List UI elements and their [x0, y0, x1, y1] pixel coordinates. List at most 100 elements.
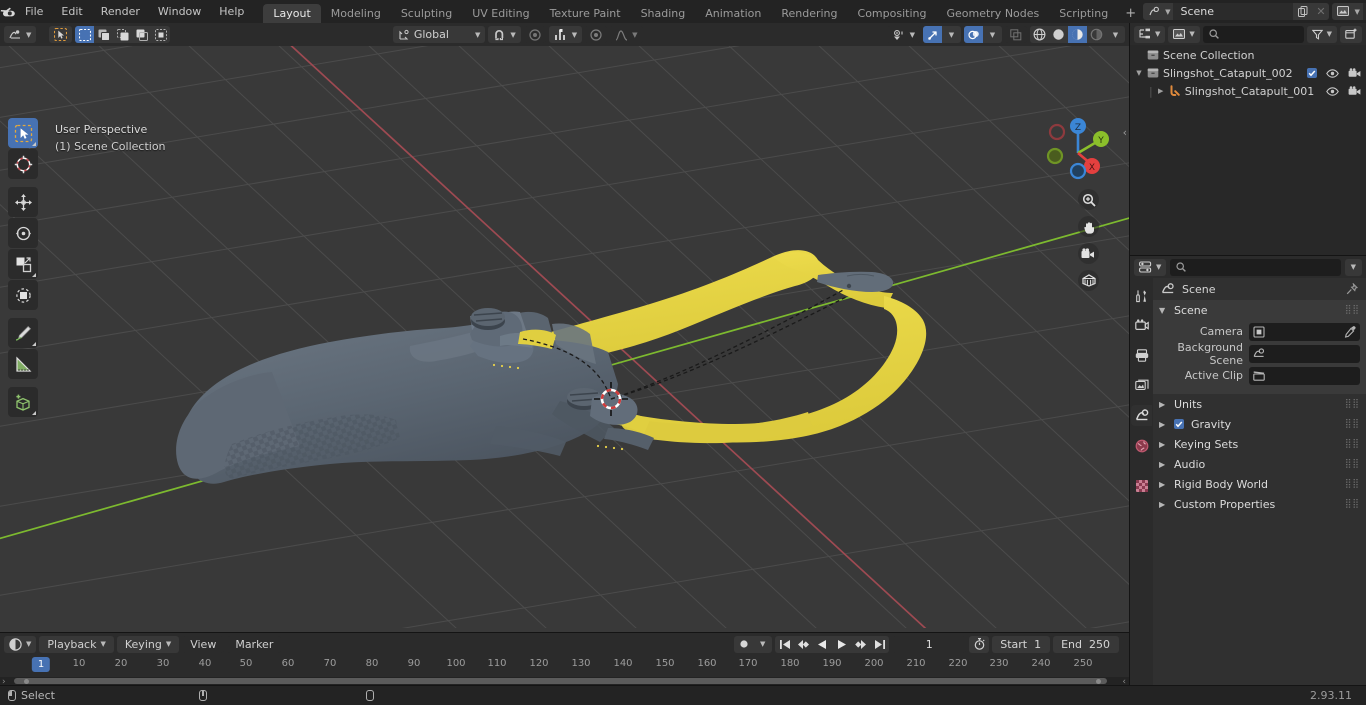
timeline-menu-keying[interactable]: Keying ▼ [116, 635, 180, 653]
orthographic-icon[interactable] [1078, 270, 1099, 291]
tab-rendering[interactable]: Rendering [771, 4, 847, 23]
properties-tab-view-layer[interactable] [1131, 375, 1152, 396]
add-workspace-button[interactable]: + [1118, 4, 1143, 23]
show-gizmo-button[interactable] [923, 26, 942, 43]
stopwatch-icon[interactable] [969, 635, 990, 653]
timeline-ruler[interactable]: 1 10 20 30 40 50 60 70 80 90 100 110 120… [0, 655, 1129, 677]
exclude-checkbox[interactable] [1307, 68, 1317, 78]
outliner-display-mode[interactable]: ▼ [1168, 25, 1200, 43]
overlays-dropdown[interactable]: ▼ [983, 26, 1002, 43]
properties-options-button[interactable]: ▼ [1344, 258, 1362, 276]
panel-header-units[interactable]: ▶ Units ⣿⣿ [1153, 394, 1366, 414]
tab-scripting[interactable]: Scripting [1049, 4, 1118, 23]
jump-to-start-button[interactable] [775, 636, 794, 653]
shading-dropdown[interactable]: ▼ [1106, 26, 1125, 43]
zoom-icon[interactable] [1078, 189, 1099, 210]
transform-orientation-selector[interactable]: Global ▼ [392, 26, 486, 43]
camera-icon[interactable] [1078, 243, 1099, 264]
current-frame-field[interactable]: 1 [892, 635, 967, 653]
panel-header-audio[interactable]: ▶ Audio ⣿⣿ [1153, 454, 1366, 474]
tab-geometry-nodes[interactable]: Geometry Nodes [936, 4, 1049, 23]
camera-field[interactable] [1249, 322, 1360, 341]
panel-header-rigid-body-world[interactable]: ▶ Rigid Body World ⣿⣿ [1153, 474, 1366, 494]
editor-type-properties-icon[interactable]: ▼ [1134, 258, 1167, 276]
select-extend-button[interactable] [94, 26, 113, 43]
jump-to-next-keyframe-button[interactable] [851, 636, 870, 653]
xray-toggle-button[interactable] [1005, 26, 1027, 43]
show-overlays-button[interactable] [964, 26, 983, 43]
outliner-tree[interactable]: Scene Collection ▼ Slingshot_Catapult_00… [1130, 45, 1366, 255]
new-collection-icon[interactable] [1340, 25, 1362, 43]
navigation-gizmo[interactable]: Z Y X [1033, 108, 1111, 186]
properties-tab-scene[interactable] [1131, 405, 1152, 426]
tab-modeling[interactable]: Modeling [321, 4, 391, 23]
active-clip-field[interactable] [1249, 366, 1360, 385]
tool-add-cube[interactable] [8, 387, 38, 417]
proportional-toggle[interactable] [585, 26, 608, 43]
frame-end-field[interactable]: End 250 [1053, 635, 1119, 653]
menu-render[interactable]: Render [92, 0, 149, 23]
filter-funnel-icon[interactable]: ▼ [1306, 25, 1337, 43]
camera-icon[interactable] [1348, 68, 1361, 78]
pan-hand-icon[interactable] [1078, 216, 1099, 237]
gizmo-toggle-button[interactable]: ▼ [886, 26, 920, 43]
outliner-row-collection-002[interactable]: ▼ Slingshot_Catapult_002 [1130, 64, 1366, 82]
tool-annotate[interactable] [8, 318, 38, 348]
menu-help[interactable]: Help [210, 0, 253, 23]
tool-measure[interactable] [8, 349, 38, 379]
gravity-checkbox[interactable] [1174, 419, 1184, 429]
outliner-row-scene-collection[interactable]: Scene Collection [1130, 46, 1366, 64]
timeline-menu-playback[interactable]: Playback ▼ [39, 635, 114, 653]
menu-file[interactable]: File [16, 0, 52, 23]
camera-icon[interactable] [1348, 86, 1361, 96]
tool-transform[interactable] [8, 280, 38, 310]
tab-sculpting[interactable]: Sculpting [391, 4, 462, 23]
panel-header-scene[interactable]: ▼ Scene ⣿⣿ [1153, 300, 1366, 320]
scene-name-field[interactable]: Scene [1173, 3, 1294, 20]
scroll-left-arrow[interactable]: › [2, 677, 6, 687]
editor-type-timeline-icon[interactable]: ▼ [4, 635, 37, 653]
jump-to-prev-keyframe-button[interactable] [794, 636, 813, 653]
select-subtract-button[interactable] [113, 26, 132, 43]
menu-edit[interactable]: Edit [52, 0, 91, 23]
disclosure-triangle-open[interactable]: ▼ [1135, 69, 1143, 77]
new-scene-button[interactable] [1293, 3, 1313, 20]
editor-type-3dview-icon[interactable]: ▼ [4, 26, 37, 43]
view-layer-selector[interactable]: ▼ View Layer ✕ [1332, 3, 1366, 20]
slingshot-catapult-model[interactable] [0, 46, 1129, 628]
3d-viewport[interactable]: User Perspective (1) Scene Collection Z … [0, 46, 1129, 632]
eyedropper-icon[interactable] [1344, 325, 1356, 338]
tab-uv-editing[interactable]: UV Editing [462, 4, 539, 23]
scroll-right-arrow[interactable]: ‹ [1122, 677, 1126, 687]
falloff-curve-button[interactable]: ▼ [610, 26, 643, 43]
tool-cursor[interactable] [8, 149, 38, 179]
properties-search-input[interactable] [1170, 258, 1341, 276]
unlink-scene-button[interactable]: ✕ [1312, 3, 1330, 20]
panel-header-custom-properties[interactable]: ▶ Custom Properties ⣿⣿ [1153, 494, 1366, 514]
auto-keying-dropdown[interactable]: ▼ [753, 636, 772, 653]
outliner-search-input[interactable] [1202, 25, 1304, 43]
properties-tab-world[interactable] [1131, 435, 1152, 456]
select-difference-button[interactable] [132, 26, 151, 43]
tool-scale[interactable] [8, 249, 38, 279]
select-intersect-button[interactable] [151, 26, 170, 43]
timeline-menu-view[interactable]: View [182, 635, 225, 653]
gizmo-dropdown[interactable]: ▼ [942, 26, 961, 43]
scene-selector[interactable]: ▼ Scene ✕ [1143, 3, 1330, 20]
play-reverse-button[interactable] [813, 636, 832, 653]
proportional-edit-button[interactable] [523, 26, 546, 43]
tweak-tool-button[interactable] [49, 26, 73, 43]
timeline-scrollbar[interactable]: › ‹ [0, 677, 1129, 687]
proportional-falloff-button[interactable]: ▼ [548, 26, 583, 43]
blender-logo-icon[interactable] [0, 0, 16, 23]
tool-select-box[interactable] [8, 118, 38, 148]
shading-solid-button[interactable] [1049, 26, 1068, 43]
properties-tab-texture[interactable] [1131, 475, 1152, 496]
snap-button[interactable]: ▼ [488, 26, 521, 43]
shading-material-preview-button[interactable] [1068, 26, 1087, 43]
properties-tab-render[interactable] [1131, 315, 1152, 336]
shading-rendered-button[interactable] [1087, 26, 1106, 43]
tab-compositing[interactable]: Compositing [848, 4, 937, 23]
properties-tab-output[interactable] [1131, 345, 1152, 366]
tab-shading[interactable]: Shading [631, 4, 696, 23]
